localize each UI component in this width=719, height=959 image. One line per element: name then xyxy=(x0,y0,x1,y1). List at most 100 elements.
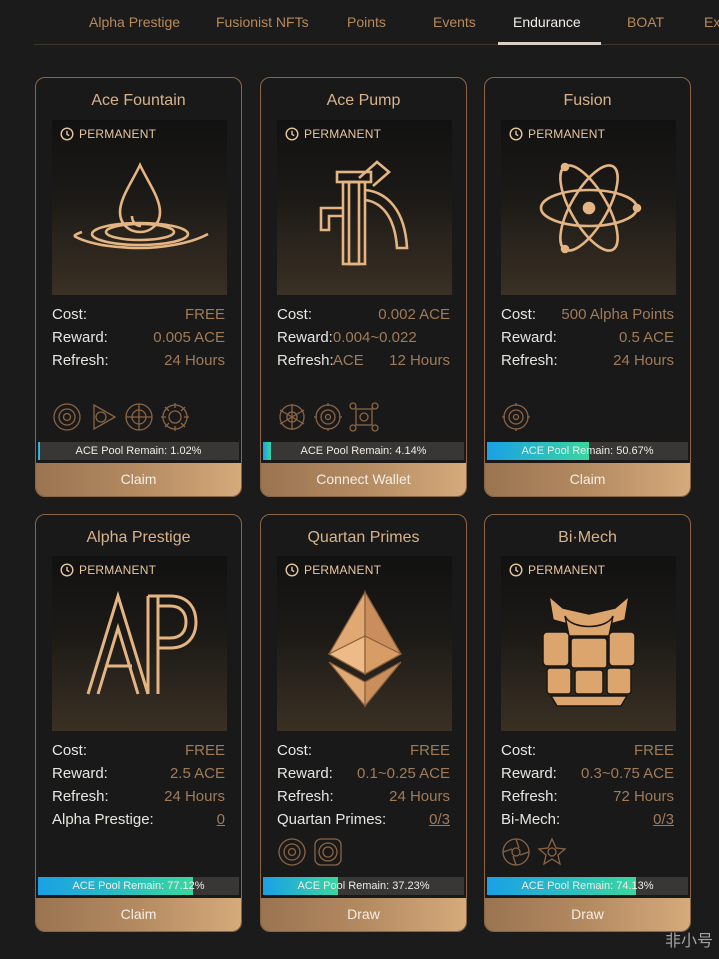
card-art: PERMANENT xyxy=(52,556,227,731)
pool-progress-label: ACE Pool Remain: 74.13% xyxy=(521,880,654,892)
stat-label: Reward: xyxy=(277,765,333,782)
stats-list: Cost: FREE Reward: 0.005 ACE Refresh: 24 Ho… xyxy=(52,303,225,372)
stat-label: Cost: xyxy=(277,306,313,323)
star-emblem-icon xyxy=(537,837,567,866)
claim-button[interactable]: Claim xyxy=(36,463,241,496)
target-emblem-icon xyxy=(125,403,153,431)
card-quartan-primes: Quartan Primes PERMANENT Cost: FREE Rewar… xyxy=(260,514,467,932)
stat-row: Reward: 2.5 ACE xyxy=(52,762,225,785)
stat-value: 0.1~0.25 ACE xyxy=(357,765,450,782)
stat-label: Quartan Primes: xyxy=(277,811,387,828)
tab-fusionist-nfts[interactable]: Fusionist NFTs xyxy=(216,14,309,30)
card-fusion: Fusion PERMANENT Cost: 500 Alpha Points R… xyxy=(484,77,691,497)
ap-logo-icon xyxy=(86,590,198,695)
stats-list: Cost: FREE Reward: 2.5 ACE Refresh: 24 Hour… xyxy=(52,739,225,831)
stat-row: Cost: FREE xyxy=(52,739,225,762)
requirement-icons xyxy=(277,837,343,867)
pool-progress-bar: ACE Pool Remain: 50.67% xyxy=(487,442,688,460)
tab-exp[interactable]: Exp xyxy=(704,14,719,30)
card-alpha-prestige: Alpha Prestige PERMANENT Cost: FREE Rewar… xyxy=(35,514,242,932)
card-title: Ace Pump xyxy=(326,92,401,109)
stat-label: Refresh: xyxy=(501,352,558,369)
draw-button[interactable]: Draw xyxy=(261,898,466,931)
stat-row: Refresh: 24 Hours xyxy=(52,349,225,372)
card-bi-mech: Bi·Mech PERMANENT Cost: FREE Reward: 0.3~0… xyxy=(484,514,691,932)
stat-value: FREE xyxy=(409,742,450,759)
stat-row: Cost: FREE xyxy=(277,739,450,762)
card-art: PERMANENT xyxy=(277,120,452,295)
stat-row: Bi-Mech: 0/3 xyxy=(501,808,674,831)
stat-label: Cost: xyxy=(277,742,313,759)
stat-row: Cost: FREE xyxy=(501,739,674,762)
holding-count-link[interactable]: 0/3 xyxy=(429,808,450,831)
stat-value: 0.5 ACE xyxy=(618,329,674,346)
stat-value: 72 Hours xyxy=(613,788,674,805)
stats-list: Cost: FREE Reward: 0.3~0.75 ACE Refresh: 72… xyxy=(501,739,674,831)
pool-progress-bar: ACE Pool Remain: 4.14% xyxy=(263,442,464,460)
tab-points[interactable]: Points xyxy=(347,14,386,30)
stat-value: 12 Hours xyxy=(389,352,450,369)
tab-alpha-prestige[interactable]: Alpha Prestige xyxy=(89,14,180,30)
cog-emblem-icon xyxy=(502,403,530,431)
claim-button[interactable]: Claim xyxy=(36,898,241,931)
stat-label: Refresh: xyxy=(501,788,558,805)
draw-button[interactable]: Draw xyxy=(485,898,690,931)
stat-row: Reward: 0.3~0.75 ACE xyxy=(501,762,674,785)
stat-value: 500 Alpha Points xyxy=(561,306,674,323)
pool-progress-label: ACE Pool Remain: 37.23% xyxy=(297,880,430,892)
stat-row: Refresh: 72 Hours xyxy=(501,785,674,808)
card-title: Fusion xyxy=(563,92,612,109)
stat-label: Reward: xyxy=(52,765,108,782)
stat-label: Refresh: xyxy=(52,788,109,805)
requirement-icons xyxy=(52,402,190,432)
card-art: PERMANENT xyxy=(501,556,676,731)
active-tab-indicator xyxy=(498,42,601,45)
stat-row: Reward: 0.5 ACE xyxy=(501,326,674,349)
stat-value: 24 Hours xyxy=(389,788,450,805)
connect-wallet-button[interactable]: Connect Wallet xyxy=(261,463,466,496)
requirement-icons xyxy=(501,837,567,867)
stat-label: Cost: xyxy=(52,306,88,323)
stat-value: 0.3~0.75 ACE xyxy=(581,765,674,782)
fountain-emblem-icon xyxy=(53,403,81,431)
card-ace-fountain: Ace Fountain PERMANENT Cost: FREE Reward:… xyxy=(35,77,242,497)
stats-list: Cost: FREE Reward: 0.1~0.25 ACE Refresh: 24… xyxy=(277,739,450,831)
holding-count-link[interactable]: 0 xyxy=(217,808,225,831)
pool-progress-bar: ACE Pool Remain: 37.23% xyxy=(263,877,464,895)
fountain-emblem-icon xyxy=(278,838,306,866)
stat-row: Refresh: 24 Hours xyxy=(501,349,674,372)
stat-label: Reward: xyxy=(277,329,333,346)
stat-row: Alpha Prestige: 0 xyxy=(52,808,225,831)
pool-progress-bar: ACE Pool Remain: 1.02% xyxy=(38,442,239,460)
stat-row: Reward: 0.1~0.25 ACE xyxy=(277,762,450,785)
stat-row: Reward: 0.005 ACE xyxy=(52,326,225,349)
stat-label: Refresh: xyxy=(52,352,109,369)
pool-progress-label: ACE Pool Remain: 77.12% xyxy=(72,880,205,892)
tab-bar: Alpha Prestige Fusionist NFTs Points Eve… xyxy=(0,0,719,46)
tab-endurance[interactable]: Endurance xyxy=(513,14,581,30)
tab-events[interactable]: Events xyxy=(433,14,476,30)
play-emblem-icon xyxy=(93,403,117,431)
stat-row: Cost: 500 Alpha Points xyxy=(501,303,674,326)
claim-button[interactable]: Claim xyxy=(485,463,690,496)
ring-emblem-icon xyxy=(314,838,342,866)
pool-progress-bar: ACE Pool Remain: 77.12% xyxy=(38,877,239,895)
stat-label: Reward: xyxy=(501,765,557,782)
water-drop-icon xyxy=(73,161,209,250)
cog-emblem-icon xyxy=(314,403,342,431)
stat-value: 0.002 ACE xyxy=(378,306,450,323)
stat-value: FREE xyxy=(184,742,225,759)
ethereum-diamond-icon xyxy=(327,589,403,708)
stats-list: Cost: 500 Alpha Points Reward: 0.5 ACE Ref… xyxy=(501,303,674,372)
stat-value: FREE xyxy=(633,742,674,759)
stat-row: Refresh: 24 Hours xyxy=(52,785,225,808)
holding-count-link[interactable]: 0/3 xyxy=(653,808,674,831)
stat-label: Reward: xyxy=(52,329,108,346)
pool-progress-bar: ACE Pool Remain: 74.13% xyxy=(487,877,688,895)
card-art: PERMANENT xyxy=(52,120,227,295)
tab-boat[interactable]: BOAT xyxy=(627,14,664,30)
stat-value: FREE xyxy=(184,306,225,323)
stats-list: Cost: 0.002 ACE Reward: 0.004~0.022 ACE Re… xyxy=(277,303,450,372)
pool-progress-label: ACE Pool Remain: 50.67% xyxy=(521,445,654,457)
mech-robot-icon xyxy=(542,594,636,707)
